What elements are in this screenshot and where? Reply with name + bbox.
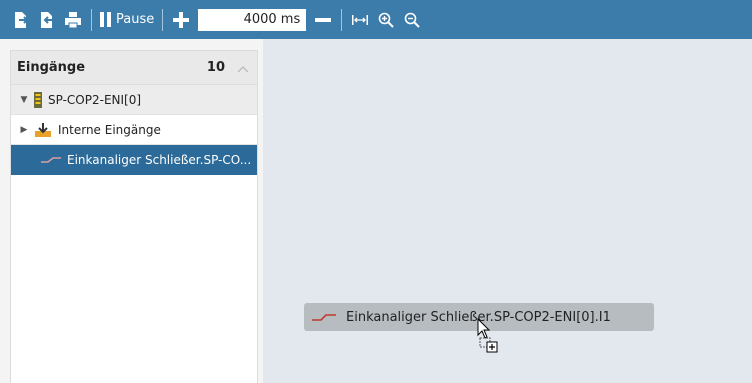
- inputs-tree-container: Eingänge 10 ▼ SP-COP2-ENI[0] ▶ Interne E…: [10, 50, 258, 383]
- pause-button[interactable]: Pause: [97, 7, 157, 33]
- pause-label: Pause: [116, 12, 155, 27]
- zoom-out-icon[interactable]: [399, 7, 425, 33]
- zoom-in-icon[interactable]: [373, 7, 399, 33]
- tree-item-single-channel-nc[interactable]: Einkanaliger Schließer.SP-CO...: [11, 145, 257, 175]
- tree-item-single-channel-nc-label: Einkanaliger Schließer.SP-CO...: [67, 152, 252, 167]
- fit-width-icon[interactable]: [347, 7, 373, 33]
- plus-icon: [173, 11, 190, 28]
- signal-line-icon: [41, 156, 61, 164]
- toolbar-separator: [341, 8, 343, 31]
- increase-interval-button[interactable]: [168, 7, 194, 33]
- tree-item-device[interactable]: ▼ SP-COP2-ENI[0]: [11, 85, 257, 115]
- expand-down-icon[interactable]: ▼: [19, 95, 29, 105]
- inputs-panel-title: Eingänge: [17, 60, 86, 75]
- chart-drop-area[interactable]: [263, 39, 752, 383]
- inputs-panel-header: Eingänge 10: [11, 51, 257, 85]
- drag-copy-cursor-icon: [477, 317, 501, 358]
- decrease-interval-button[interactable]: [310, 7, 336, 33]
- tree-item-device-label: SP-COP2-ENI[0]: [48, 92, 142, 107]
- toolbar-separator: [91, 8, 92, 31]
- inputs-count: 10: [206, 60, 225, 75]
- interval-input[interactable]: [198, 8, 307, 31]
- import-icon[interactable]: [34, 7, 60, 33]
- expand-right-icon[interactable]: ▶: [19, 125, 29, 135]
- inputs-panel: Eingänge 10 ▼ SP-COP2-ENI[0] ▶ Interne E…: [0, 39, 263, 383]
- export-icon[interactable]: [8, 7, 34, 33]
- tree-item-internal-inputs-label: Interne Eingänge: [58, 122, 161, 137]
- device-icon: [34, 91, 42, 108]
- print-icon[interactable]: [60, 7, 86, 33]
- toolbar-separator: [162, 8, 164, 31]
- folder-download-icon: [34, 122, 52, 138]
- minus-icon: [315, 17, 332, 22]
- toolbar: Pause: [0, 0, 752, 39]
- pause-icon: [100, 12, 111, 27]
- chevron-up-icon[interactable]: [237, 58, 249, 77]
- signal-line-icon: [312, 312, 336, 322]
- tree-item-internal-inputs[interactable]: ▶ Interne Eingänge: [11, 115, 257, 145]
